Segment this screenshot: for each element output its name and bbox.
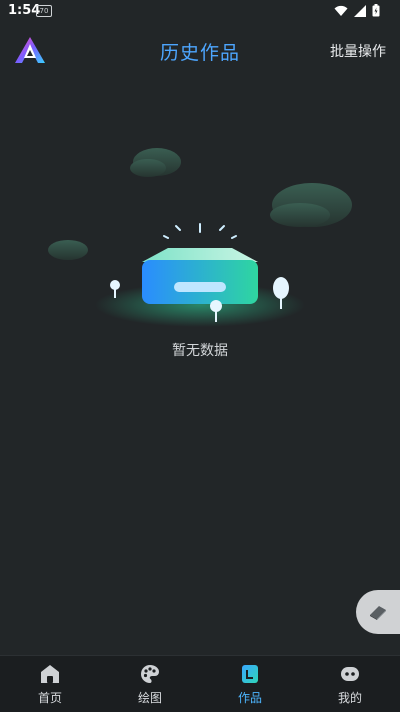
signal-icon — [354, 4, 366, 17]
nav-label: 绘图 — [137, 690, 162, 705]
bottom-nav: 首页 绘图 作品 我的 — [0, 655, 400, 712]
profile-icon — [341, 666, 359, 681]
status-icons — [334, 4, 380, 17]
nav-item-mine[interactable]: 我的 — [300, 656, 400, 712]
status-bar: 1:54 70 — [0, 0, 400, 24]
works-icon — [242, 664, 258, 683]
cloud-icon — [130, 148, 181, 177]
cloud-icon — [48, 240, 88, 260]
nav-item-home[interactable]: 首页 — [0, 656, 100, 712]
nav-item-works[interactable]: 作品 — [200, 656, 300, 712]
nav-label: 我的 — [337, 690, 362, 705]
nav-item-draw[interactable]: 绘图 — [100, 656, 200, 712]
batch-action-button[interactable]: 批量操作 — [330, 41, 386, 61]
empty-state-text: 暂无数据 — [172, 343, 228, 359]
cloud-icon — [270, 183, 352, 227]
eraser-icon — [370, 606, 386, 620]
header: 历史作品 批量操作 — [0, 24, 400, 76]
nav-label: 首页 — [37, 690, 62, 705]
nav-label: 作品 — [237, 690, 262, 705]
palette-icon — [141, 664, 159, 683]
wifi-icon — [334, 5, 348, 16]
notification-badge: 70 — [36, 5, 52, 17]
empty-box-illustration — [48, 148, 352, 327]
home-icon — [41, 664, 59, 683]
battery-icon — [372, 4, 380, 17]
floating-eraser-button[interactable] — [356, 590, 400, 634]
